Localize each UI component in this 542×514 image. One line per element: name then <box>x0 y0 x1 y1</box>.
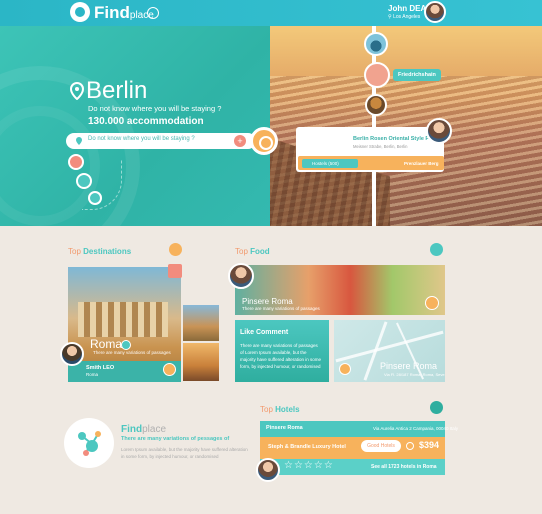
district-tag-2[interactable]: Prenzlauer Berg <box>392 159 439 168</box>
hero-photo <box>270 26 542 226</box>
city-title: Berlin <box>86 77 148 104</box>
bed-icon[interactable] <box>88 191 102 205</box>
hotel-price: $394 <box>419 440 440 450</box>
star-icon[interactable] <box>339 363 351 375</box>
district-tag[interactable]: Friedrichshain <box>393 69 441 81</box>
add-button[interactable]: + <box>234 135 246 147</box>
hostels-tag[interactable]: Hostels (500) <box>302 159 358 168</box>
destination-city: Roma <box>90 337 123 351</box>
search-placeholder: Do not know where you will be staying ? <box>88 136 195 142</box>
about-headline: There are many variations of pessages of <box>121 436 230 442</box>
search-pin-icon <box>76 137 82 145</box>
camera-icon[interactable] <box>169 243 182 256</box>
comment-title: Like Comment <box>240 329 289 336</box>
avatar[interactable] <box>228 263 254 289</box>
place-thumb-1[interactable] <box>364 32 388 56</box>
about-text: Lorem Ipsum available, but the majority … <box>121 447 248 459</box>
destination-desc: There are many variations of passages <box>93 350 171 355</box>
food-desc: There are many variations of passages <box>242 306 320 311</box>
price-tag-icon <box>406 442 414 450</box>
destination-user-city: Roma <box>86 372 99 377</box>
pin-icon <box>121 340 131 350</box>
destination-thumb-1[interactable] <box>183 305 219 341</box>
hotel-row-1-address: Via Aurelia Antica 2 Campania, 00040 Ita… <box>373 426 458 431</box>
molecule-icon <box>78 431 101 456</box>
place-thumb-2[interactable] <box>365 94 387 116</box>
food-name: Pinsere Roma <box>242 297 293 306</box>
camera-icon[interactable] <box>76 173 92 189</box>
accommodation-count: 130.000 accommodation <box>88 116 204 127</box>
destination-user-name[interactable]: Smith LEO <box>86 365 114 371</box>
smile-icon[interactable] <box>163 363 176 376</box>
hotel-row-2-name: Steph & Brandle Luxury Hotel <box>268 444 346 450</box>
hotel-row-1-name: Pinsere Roma <box>266 425 303 431</box>
user-location: ⚲ Los Angeles <box>388 14 421 20</box>
map-address: Via Fl. 28/187 Roma, Roma, Seve <box>384 372 445 377</box>
destinations-heading: Top Destinations <box>68 247 132 256</box>
about-logo <box>64 418 114 468</box>
location-marker-icon[interactable] <box>68 154 84 170</box>
comment-text: There are many variations of passages of… <box>240 343 321 369</box>
rating-stars[interactable]: ☆☆☆☆☆ <box>284 460 334 471</box>
hotel-address: Meisner Strabe, Berlin, Berlin <box>353 144 408 149</box>
food-heading: Top Food <box>235 247 270 256</box>
about-brand: Findplace <box>121 424 167 435</box>
pin-icon[interactable] <box>425 296 439 310</box>
user-avatar[interactable] <box>424 1 446 23</box>
location-pin-icon <box>70 82 84 100</box>
hero-subtitle: Do not know where you will be staying ? <box>88 104 222 113</box>
heart-icon[interactable] <box>168 264 182 278</box>
hotels-heading: Top Hotels <box>260 405 300 414</box>
map-place-name: Pinsere Roma <box>380 361 438 371</box>
hero-divider <box>372 26 376 226</box>
place-pin-thumb[interactable] <box>364 62 390 88</box>
bed-icon[interactable] <box>430 401 443 414</box>
camera-icon[interactable] <box>430 243 443 256</box>
avatar[interactable] <box>60 342 84 366</box>
logo[interactable]: Findplace <box>94 3 154 23</box>
hotel-host-avatar[interactable] <box>426 118 452 144</box>
avatar[interactable] <box>256 458 280 482</box>
search-go-button[interactable] <box>250 127 278 155</box>
destination-thumb-2[interactable] <box>183 343 219 381</box>
good-hotels-button[interactable]: Good Hotels <box>361 440 401 452</box>
see-all-hotels-link[interactable]: See all 1723 hotels in Roma <box>371 464 437 470</box>
logo-icon[interactable] <box>70 2 90 22</box>
home-icon[interactable] <box>147 7 159 19</box>
